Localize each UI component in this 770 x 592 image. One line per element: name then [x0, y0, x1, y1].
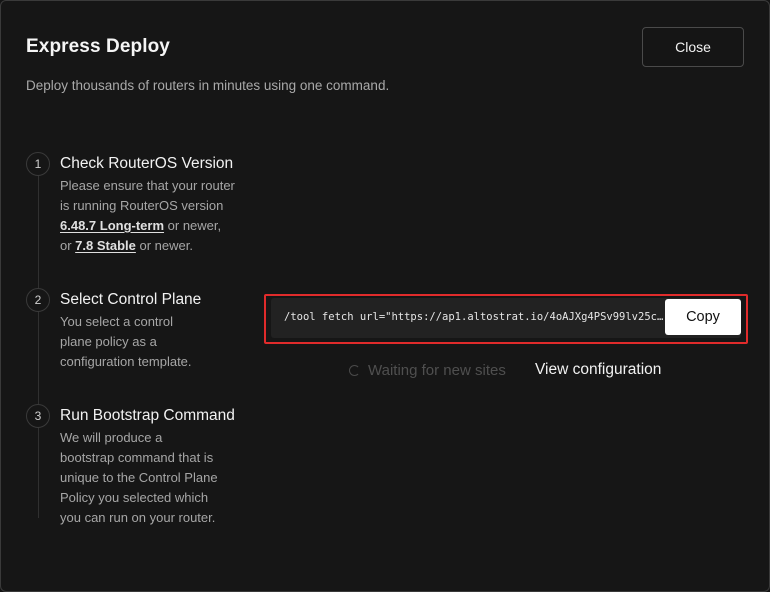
step-1-desc-line: is running RouterOS version	[60, 198, 224, 213]
copy-button[interactable]: Copy	[665, 299, 741, 335]
step-2-description: You select a control plane policy as a c…	[60, 312, 192, 372]
step-3-desc-line: Policy you selected which	[60, 490, 209, 505]
step-3-desc-line: unique to the Control Plane	[60, 470, 218, 485]
step-3-description: We will produce a bootstrap command that…	[60, 428, 218, 528]
step-1-description: Please ensure that your router is runnin…	[60, 176, 235, 256]
stable-version-link[interactable]: 7.8 Stable	[75, 238, 136, 253]
express-deploy-modal: Express Deploy Deploy thousands of route…	[0, 0, 770, 592]
step-3-desc-line: you can run on your router.	[60, 510, 216, 525]
step-3-desc-line: We will produce a	[60, 430, 163, 445]
step-1-desc-text: or newer.	[135, 238, 193, 253]
step-1-desc-line: or 7.8 Stable or newer.	[60, 236, 235, 256]
step-1-desc-line: Please ensure that your router	[60, 178, 235, 193]
step-2-title: Select Control Plane	[60, 291, 202, 308]
step-2-desc-line: configuration template.	[60, 354, 192, 369]
step-2-desc-line: plane policy as a	[60, 334, 157, 349]
long-term-version-link[interactable]: 6.48.7 Long-term	[60, 218, 164, 233]
step-1-title: Check RouterOS Version	[60, 155, 234, 172]
timeline-line	[38, 173, 39, 518]
step-1-desc-text: or	[60, 238, 76, 253]
close-button[interactable]: Close	[642, 27, 744, 67]
loading-spinner-icon	[349, 365, 360, 376]
view-configuration-link[interactable]: View configuration	[535, 361, 661, 379]
step-2-desc-line: You select a control	[60, 314, 173, 329]
modal-title: Express Deploy	[26, 36, 170, 57]
step-2-number: 2	[26, 288, 50, 312]
waiting-text: Waiting for new sites	[368, 362, 506, 379]
step-1-number: 1	[26, 152, 50, 176]
bootstrap-command-text[interactable]: /tool fetch url="https://ap1.altostrat.i…	[284, 311, 664, 323]
modal-subtitle: Deploy thousands of routers in minutes u…	[26, 78, 390, 93]
step-3-number: 3	[26, 404, 50, 428]
step-1-desc-text: or newer,	[164, 218, 222, 233]
step-1-desc-line: 6.48.7 Long-term or newer,	[60, 216, 235, 236]
step-3-title: Run Bootstrap Command	[60, 407, 235, 424]
step-3-desc-line: bootstrap command that is	[60, 450, 214, 465]
waiting-status: Waiting for new sites	[349, 362, 506, 379]
